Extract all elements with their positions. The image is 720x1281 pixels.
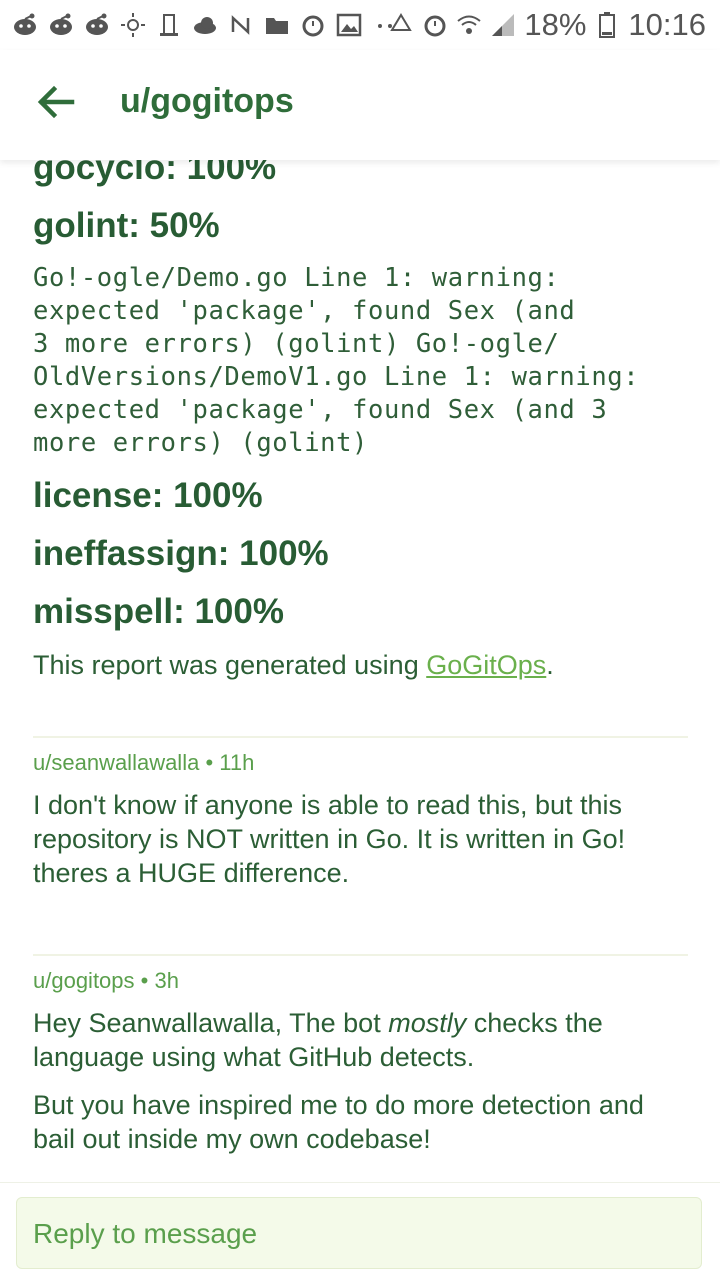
report-misspell: misspell: 100% xyxy=(33,592,284,631)
comment-author[interactable]: u/seanwallawalla xyxy=(33,750,199,775)
comment: u/gogitops • 3h Hey Seanwallawalla, The … xyxy=(33,968,688,1156)
comment-age: 3h xyxy=(154,968,179,993)
comment-age: 11h xyxy=(219,750,255,775)
building-icon xyxy=(156,12,182,38)
generated-note: This report was generated using GoGitOps… xyxy=(33,650,554,680)
reply-bar: Reply to message xyxy=(0,1182,720,1281)
battery-percent: 18% xyxy=(524,7,587,42)
report-golint: golint: 50% xyxy=(33,206,220,245)
recycle-icon xyxy=(388,12,414,38)
comment-author[interactable]: u/gogitops xyxy=(33,968,135,993)
page-title: u/gogitops xyxy=(120,82,294,120)
system-status: 18% 10:16 xyxy=(388,6,706,44)
message-thread[interactable]: gocyclo: 100% golint: 50% Go!-ogle/Demo.… xyxy=(0,160,720,1182)
app-bar: u/gogitops xyxy=(0,50,720,160)
comment-body: Hey Seanwallawalla, The bot mostly check… xyxy=(33,1008,603,1072)
reddit-icon xyxy=(12,12,38,38)
clock: 10:16 xyxy=(628,7,706,42)
comment-meta: u/gogitops • 3h xyxy=(33,968,179,993)
notification-icons xyxy=(12,8,398,42)
golint-output: Go!-ogle/Demo.go Line 1: warning: expect… xyxy=(33,263,640,458)
reddit-icon xyxy=(84,12,110,38)
folder-icon xyxy=(264,12,290,38)
alarm-icon xyxy=(300,12,326,38)
image-icon xyxy=(336,12,362,38)
reply-placeholder: Reply to message xyxy=(33,1218,258,1249)
brightness-icon xyxy=(120,12,146,38)
report-ineffassign: ineffassign: 100% xyxy=(33,534,329,573)
comment-body: I don't know if anyone is able to read t… xyxy=(33,790,626,888)
comment-body: But you have inspired me to do more dete… xyxy=(33,1090,644,1154)
status-bar: 18% 10:16 xyxy=(0,0,720,50)
reddit-icon xyxy=(48,12,74,38)
gogitops-link[interactable]: GoGitOps xyxy=(426,650,546,680)
report-gocyclo: gocyclo: 100% xyxy=(33,160,277,187)
cloud-icon xyxy=(192,12,218,38)
report-license: license: 100% xyxy=(33,476,263,515)
reply-input[interactable]: Reply to message xyxy=(16,1197,702,1269)
nfc-icon xyxy=(228,12,254,38)
wifi-icon xyxy=(456,12,482,38)
back-button[interactable] xyxy=(34,80,78,124)
battery-icon xyxy=(594,12,620,38)
comment-meta: u/seanwallawalla • 11h xyxy=(33,750,255,775)
signal-icon xyxy=(490,12,516,38)
arrow-left-icon xyxy=(37,85,75,119)
comment: u/seanwallawalla • 11h I don't know if a… xyxy=(33,750,688,890)
alarm-icon xyxy=(422,12,448,38)
